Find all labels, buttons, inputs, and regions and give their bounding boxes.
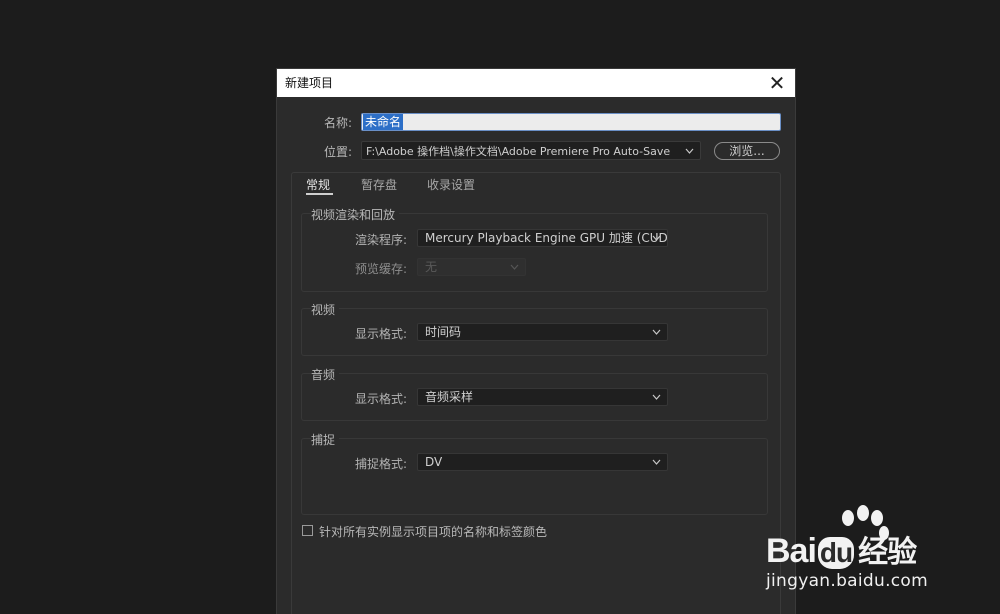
renderer-dropdown[interactable]: Mercury Playback Engine GPU 加速 (CUDA) bbox=[417, 229, 668, 247]
video-display-format-label: 显示格式: bbox=[355, 327, 408, 341]
location-dropdown[interactable]: F:\Adobe 操作档\操作文档\Adobe Premiere Pro Aut… bbox=[361, 141, 701, 160]
project-name-input[interactable]: 未命名 bbox=[361, 113, 781, 131]
capture-format-label: 捕捉格式: bbox=[355, 457, 408, 471]
video-title: 视频 bbox=[311, 301, 340, 318]
tab-scratch-disks[interactable]: 暂存盘 bbox=[361, 176, 397, 193]
browse-button[interactable]: 浏览... bbox=[714, 142, 780, 160]
new-project-dialog: 新建项目 ✕ 名称: 未命名 位置: F:\Adobe 操作档\操作文档\Ado… bbox=[277, 69, 795, 614]
chevron-down-icon bbox=[510, 259, 519, 275]
renderer-value: Mercury Playback Engine GPU 加速 (CUDA) bbox=[425, 231, 668, 245]
preview-cache-label: 预览缓存: bbox=[355, 262, 408, 276]
audio-display-format-dropdown[interactable]: 音频采样 bbox=[417, 388, 668, 406]
location-value: F:\Adobe 操作档\操作文档\Adobe Premiere Pro Aut… bbox=[366, 145, 671, 158]
dialog-titlebar: 新建项目 ✕ bbox=[277, 69, 795, 97]
show-names-label[interactable]: 针对所有实例显示项目项的名称和标签颜色 bbox=[319, 523, 547, 540]
watermark-url: jingyan.baidu.com bbox=[766, 571, 928, 591]
chevron-down-icon bbox=[652, 389, 661, 405]
watermark-bai: Bai bbox=[766, 532, 817, 570]
video-rendering-group bbox=[301, 213, 768, 292]
project-name-value: 未命名 bbox=[363, 114, 404, 130]
renderer-label: 渲染程序: bbox=[355, 233, 408, 247]
capture-format-dropdown[interactable]: DV bbox=[417, 453, 668, 471]
preview-cache-dropdown: 无 bbox=[417, 258, 526, 276]
close-icon[interactable]: ✕ bbox=[765, 71, 789, 95]
tab-ingest-settings[interactable]: 收录设置 bbox=[427, 176, 475, 193]
chevron-down-icon bbox=[652, 324, 661, 340]
tab-general[interactable]: 常规 bbox=[306, 176, 330, 193]
capture-title: 捕捉 bbox=[311, 431, 340, 448]
capture-format-value: DV bbox=[425, 455, 443, 469]
chevron-down-icon bbox=[652, 230, 661, 246]
audio-display-format-label: 显示格式: bbox=[355, 392, 408, 406]
chevron-down-icon bbox=[685, 142, 694, 159]
watermark-jingyan: 经验 bbox=[858, 536, 917, 569]
show-names-checkbox[interactable] bbox=[302, 525, 313, 536]
capture-group bbox=[301, 438, 768, 515]
chevron-down-icon bbox=[652, 454, 661, 470]
location-label: 位置: bbox=[324, 145, 353, 159]
video-display-format-value: 时间码 bbox=[425, 325, 462, 339]
video-display-format-dropdown[interactable]: 时间码 bbox=[417, 323, 668, 341]
dialog-title: 新建项目 bbox=[285, 76, 334, 90]
audio-title: 音频 bbox=[311, 366, 340, 383]
video-rendering-title: 视频渲染和回放 bbox=[311, 206, 400, 223]
preview-cache-value: 无 bbox=[425, 260, 438, 274]
active-tab-indicator bbox=[306, 193, 333, 195]
name-label: 名称: bbox=[324, 116, 353, 130]
watermark-du: du bbox=[817, 537, 855, 569]
audio-display-format-value: 音频采样 bbox=[425, 390, 474, 404]
